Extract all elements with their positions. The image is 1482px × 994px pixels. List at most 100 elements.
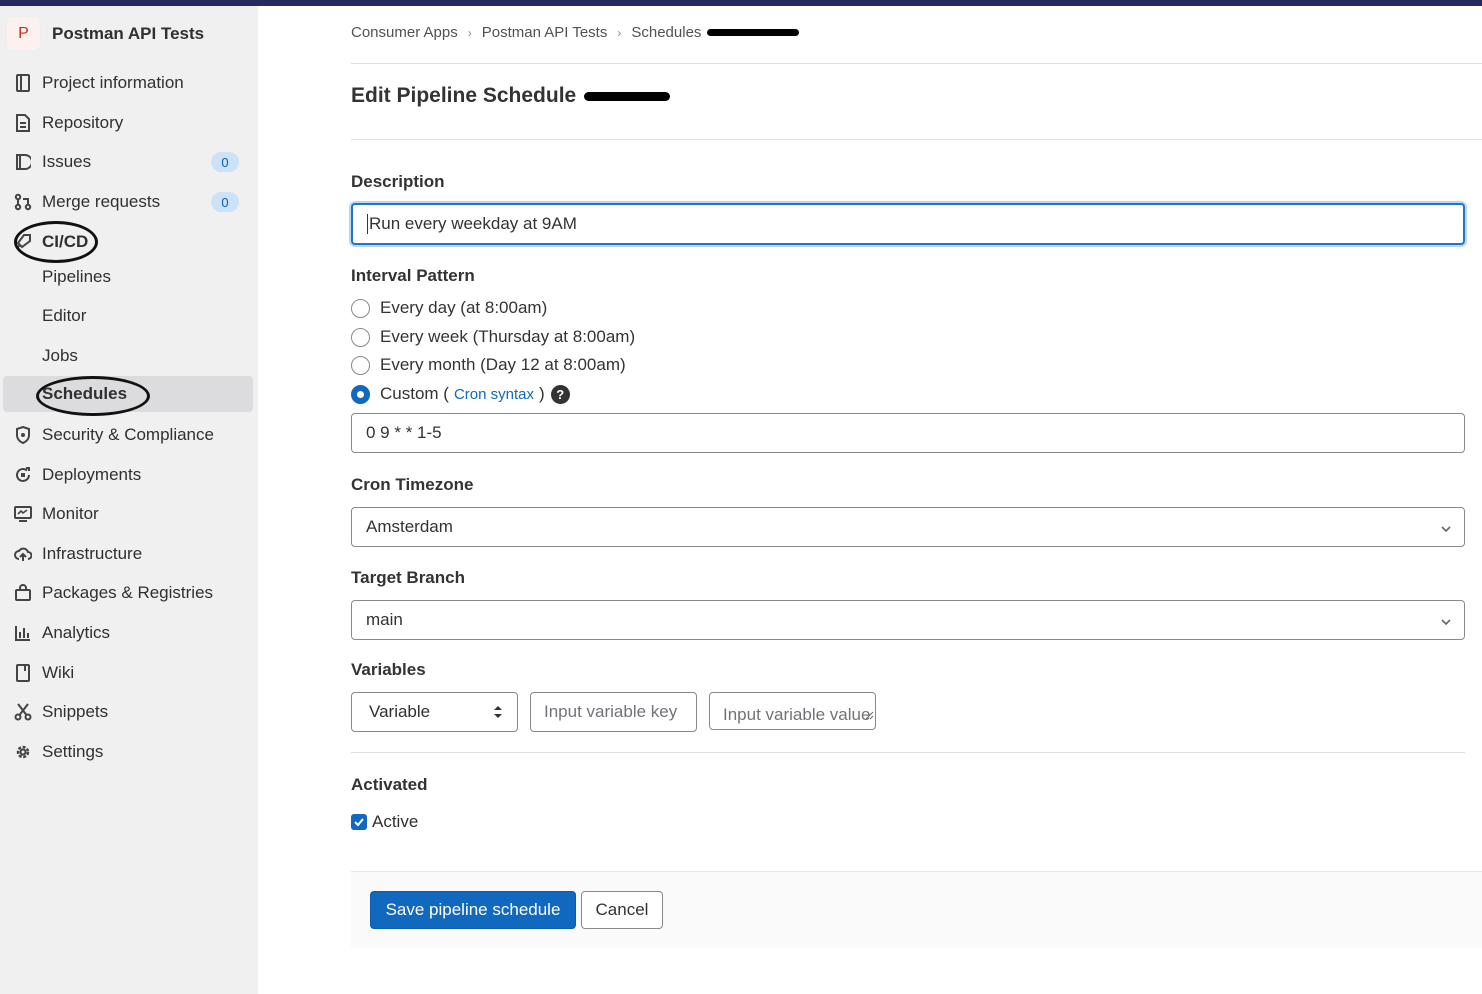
sidebar-item-deployments[interactable]: Deployments: [0, 457, 258, 493]
sidebar-subitem-label: Jobs: [42, 346, 78, 365]
sidebar-item-label: Monitor: [42, 504, 99, 523]
variables-label: Variables: [351, 660, 426, 679]
chevron-down-icon: [1440, 613, 1452, 633]
redaction-scribble: [707, 29, 800, 36]
variable-value-placeholder: Input variable value: [723, 705, 871, 724]
radio-every-week[interactable]: Every week (Thursday at 8:00am): [351, 327, 635, 347]
package-icon: [14, 584, 32, 602]
sidebar-item-label: Wiki: [42, 663, 75, 682]
sort-arrows-icon: [493, 704, 503, 725]
gear-icon: [14, 743, 32, 761]
project-name[interactable]: Postman API Tests: [52, 24, 204, 44]
page-title-text: Edit Pipeline Schedule: [351, 84, 577, 107]
sidebar-item-wiki[interactable]: Wiki: [0, 655, 258, 691]
issues-icon: [14, 153, 32, 171]
sidebar-item-issues[interactable]: Issues 0: [0, 144, 258, 180]
variable-key-input[interactable]: Input variable key: [530, 692, 697, 732]
form-actions: Save pipeline schedule Cancel: [351, 871, 1482, 948]
cancel-button[interactable]: Cancel: [581, 891, 663, 929]
radio-label: Every month (Day 12 at 8:00am): [380, 355, 626, 374]
monitor-icon: [14, 505, 32, 523]
sidebar-subitem-schedules[interactable]: Schedules: [3, 376, 253, 412]
variable-type-select[interactable]: Variable: [351, 692, 518, 732]
page-title: Edit Pipeline Schedule: [351, 84, 671, 108]
sidebar-item-label: Snippets: [42, 702, 109, 721]
sidebar-item-monitor[interactable]: Monitor: [0, 496, 258, 532]
sidebar-item-repository[interactable]: Repository: [0, 105, 258, 141]
sidebar-item-project-information[interactable]: Project information: [0, 65, 258, 101]
sidebar-item-security[interactable]: Security & Compliance: [0, 417, 258, 453]
sidebar-subitem-label: Pipelines: [42, 267, 111, 286]
redaction-scribble: [584, 91, 671, 101]
active-checkbox-label: Active: [372, 812, 419, 831]
active-checkbox-row[interactable]: Active: [351, 812, 418, 832]
radio-label: Every day (at 8:00am): [380, 298, 548, 317]
sidebar-item-snippets[interactable]: Snippets: [0, 694, 258, 730]
shield-icon: [14, 426, 32, 444]
save-pipeline-schedule-button[interactable]: Save pipeline schedule: [370, 891, 576, 929]
target-branch-dropdown[interactable]: main: [351, 600, 1465, 640]
target-branch-label: Target Branch: [351, 568, 465, 587]
radio-every-month[interactable]: Every month (Day 12 at 8:00am): [351, 355, 626, 375]
radio-label-close: ): [539, 384, 545, 403]
radio-button[interactable]: [351, 355, 370, 375]
cron-input[interactable]: 0 9 * * 1-5: [351, 413, 1465, 453]
merge-request-icon: [14, 193, 32, 211]
chart-icon: [14, 624, 32, 642]
radio-every-day[interactable]: Every day (at 8:00am): [351, 298, 547, 318]
sidebar-subitem-label: Schedules: [42, 384, 128, 403]
sidebar-item-label: Merge requests: [42, 192, 161, 211]
resize-handle-icon[interactable]: [865, 702, 874, 728]
sidebar-item-packages[interactable]: Packages & Registries: [0, 575, 258, 611]
sidebar-item-infrastructure[interactable]: Infrastructure: [0, 536, 258, 572]
interval-pattern-label: Interval Pattern: [351, 266, 475, 285]
cron-value: 0 9 * * 1-5: [366, 423, 442, 442]
radio-custom[interactable]: Custom ( Cron syntax ) ?: [351, 384, 570, 404]
merge-requests-count-badge: 0: [211, 192, 239, 212]
radio-button[interactable]: [351, 327, 370, 347]
chevron-down-icon: [1440, 520, 1452, 540]
sidebar-item-settings[interactable]: Settings: [0, 734, 258, 770]
sidebar-item-cicd[interactable]: CI/CD: [0, 224, 258, 260]
project-header[interactable]: P Postman API Tests: [6, 16, 204, 51]
sidebar-item-label: Project information: [42, 73, 184, 92]
radio-button[interactable]: [351, 298, 370, 318]
sidebar-item-label: Settings: [42, 742, 104, 761]
repository-icon: [14, 114, 32, 132]
sidebar-subitem-editor[interactable]: Editor: [0, 298, 258, 334]
issues-count-badge: 0: [211, 152, 239, 172]
radio-button-selected[interactable]: [351, 384, 370, 404]
help-icon[interactable]: ?: [550, 384, 570, 404]
deployments-icon: [14, 466, 32, 484]
timezone-value: Amsterdam: [366, 517, 453, 536]
variable-value-textarea[interactable]: Input variable value: [709, 692, 876, 730]
variable-type-value: Variable: [369, 702, 431, 721]
radio-label: Custom (: [380, 384, 449, 403]
sidebar-item-analytics[interactable]: Analytics: [0, 615, 258, 651]
sidebar-item-merge-requests[interactable]: Merge requests 0: [0, 184, 258, 220]
project-avatar: P: [6, 16, 41, 51]
sidebar-subitem-pipelines[interactable]: Pipelines: [0, 259, 258, 295]
sidebar-item-label: CI/CD: [42, 232, 89, 251]
description-input[interactable]: Run every weekday at 9AM: [351, 203, 1465, 245]
divider: [351, 752, 1465, 753]
breadcrumb-item[interactable]: Postman API Tests: [482, 24, 608, 41]
divider: [351, 139, 1482, 140]
description-value: Run every weekday at 9AM: [367, 214, 577, 234]
sidebar-subitem-jobs[interactable]: Jobs: [0, 338, 258, 374]
sidebar-item-label: Issues: [42, 152, 92, 171]
description-label: Description: [351, 172, 445, 191]
breadcrumb-separator-icon: ›: [617, 25, 622, 40]
sidebar-item-label: Repository: [42, 113, 124, 132]
sidebar-item-label: Security & Compliance: [42, 425, 214, 444]
book-icon: [14, 664, 32, 682]
breadcrumb-item[interactable]: Schedules: [631, 24, 701, 41]
radio-label: Every week (Thursday at 8:00am): [380, 327, 636, 346]
divider: [351, 63, 1482, 64]
breadcrumb-item[interactable]: Consumer Apps: [351, 24, 458, 41]
active-checkbox[interactable]: [351, 814, 367, 830]
rocket-icon: [14, 233, 32, 251]
timezone-dropdown[interactable]: Amsterdam: [351, 507, 1465, 547]
cron-syntax-link[interactable]: Cron syntax: [454, 386, 534, 403]
sidebar-subitem-label: Editor: [42, 306, 87, 325]
